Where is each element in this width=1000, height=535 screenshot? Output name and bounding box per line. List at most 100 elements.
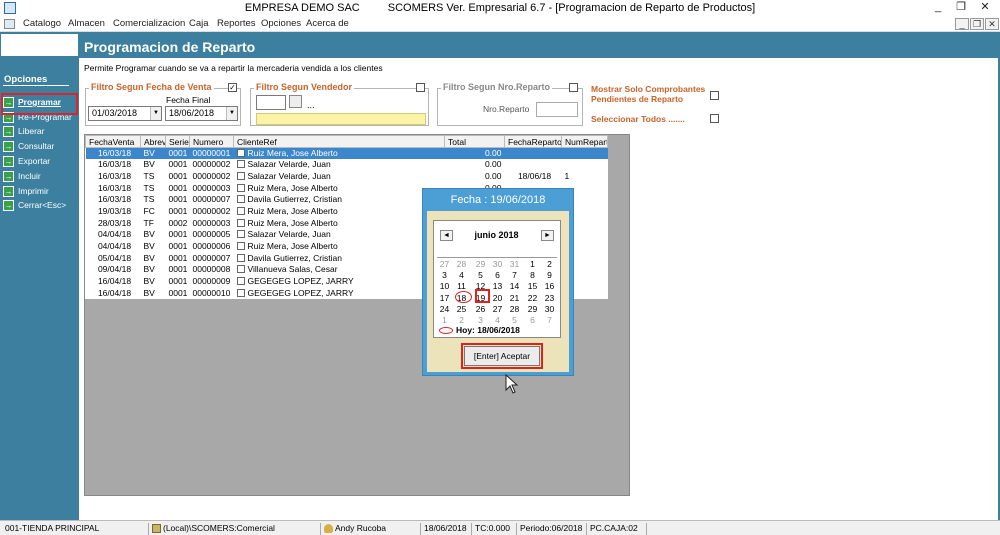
seleccionar-todos-checkbox[interactable]	[710, 114, 719, 123]
col-abrev[interactable]: Abrev	[140, 135, 166, 148]
reparto-filter-checkbox[interactable]	[569, 83, 578, 92]
calendar-day[interactable]: 23	[541, 293, 558, 303]
calendar-day[interactable]: 29	[524, 304, 541, 314]
fecha-inicial-select[interactable]: 01/03/2018 ▼	[88, 106, 162, 121]
mdi-icon[interactable]	[4, 19, 15, 29]
calendar-day[interactable]: 28	[453, 259, 470, 269]
cell-abrev: BV	[140, 147, 166, 160]
restore-button[interactable]: ❐	[950, 1, 972, 15]
calendar-day[interactable]: 15	[524, 281, 541, 291]
calendar-day[interactable]: 3	[472, 315, 489, 325]
vendedor-lookup-button[interactable]	[289, 95, 302, 108]
row-checkbox[interactable]	[236, 288, 245, 297]
sidebar-item-exportar[interactable]: → Exportar	[3, 156, 50, 168]
sidebar-item-liberar[interactable]: → Liberar	[3, 126, 44, 138]
calendar-day[interactable]: 1	[436, 315, 453, 325]
calendar-day[interactable]: 4	[453, 270, 470, 280]
menu-acerca-de[interactable]: Acerca de	[306, 18, 349, 29]
calendar-day[interactable]: 27	[436, 259, 453, 269]
menu-caja[interactable]: Caja	[189, 18, 209, 29]
calendar-day[interactable]: 21	[506, 293, 523, 303]
calendar-day[interactable]: 5	[472, 270, 489, 280]
table-row[interactable]: 16/03/18 BV 0001 00000002 Salazar Velarde, J…	[86, 159, 608, 171]
col-fechareparto[interactable]: FechaReparto	[504, 135, 562, 148]
col-serie[interactable]: Serie	[165, 135, 190, 148]
menu-bar: Catalogo Almacen Comercializacion Caja R…	[0, 17, 1000, 32]
row-checkbox[interactable]	[236, 172, 245, 181]
row-checkbox[interactable]	[236, 230, 245, 239]
status-database: (Local)\SCOMERS:Comercial	[148, 523, 275, 535]
calendar-day[interactable]: 2	[453, 315, 470, 325]
calendar-day[interactable]: 14	[506, 281, 523, 291]
calendar-day[interactable]: 29	[472, 259, 489, 269]
col-clienteref[interactable]: ClienteRef	[233, 135, 445, 148]
row-checkbox[interactable]	[236, 218, 245, 227]
nro-reparto-input[interactable]	[536, 102, 578, 117]
row-checkbox[interactable]	[236, 160, 245, 169]
row-checkbox[interactable]	[236, 149, 245, 158]
pendientes-label: Mostrar Solo Comprobantes Pendientes de …	[591, 84, 706, 104]
row-checkbox[interactable]	[236, 183, 245, 192]
chevron-down-icon: ▼	[150, 107, 161, 120]
menu-reportes[interactable]: Reportes	[217, 18, 256, 29]
calendar-day[interactable]: 10	[436, 281, 453, 291]
col-total[interactable]: Total	[444, 135, 505, 148]
cell-fechareparto: 18/06/18	[517, 171, 552, 182]
row-checkbox[interactable]	[236, 276, 245, 285]
mdi-minimize-button[interactable]: _	[955, 18, 969, 30]
calendar-day[interactable]: 8	[524, 270, 541, 280]
calendar-day[interactable]: 16	[541, 281, 558, 291]
menu-catalogo[interactable]: Catalogo	[23, 18, 61, 29]
calendar-day[interactable]: 24	[436, 304, 453, 314]
calendar-day[interactable]: 6	[524, 315, 541, 325]
menu-opciones[interactable]: Opciones	[261, 18, 301, 29]
calendar-day[interactable]: 6	[489, 270, 506, 280]
calendar-day[interactable]: 25	[453, 304, 470, 314]
col-fechaventa[interactable]: FechaVenta	[85, 135, 141, 148]
sidebar-item-consultar[interactable]: → Consultar	[3, 141, 54, 153]
calendar-day[interactable]: 17	[436, 293, 453, 303]
minimize-button[interactable]: _	[927, 1, 949, 15]
calendar-day[interactable]: 9	[541, 270, 558, 280]
calendar-day[interactable]: 11	[453, 281, 470, 291]
sidebar-item-cerrar[interactable]: → Cerrar<Esc>	[3, 200, 66, 212]
table-row[interactable]: 16/03/18 BV 0001 00000001 Ruiz Mera, Jose Al…	[85, 147, 608, 160]
row-checkbox[interactable]	[236, 253, 245, 262]
close-button[interactable]: ✕	[974, 1, 996, 15]
sidebar-item-incluir[interactable]: → Incluir	[3, 171, 41, 183]
calendar-day[interactable]: 31	[506, 259, 523, 269]
calendar-day[interactable]: 1	[524, 259, 541, 269]
menu-comercializacion[interactable]: Comercializacion	[113, 18, 185, 29]
today-label[interactable]: Hoy: 18/06/2018	[456, 325, 520, 335]
fecha-final-select[interactable]: 18/06/2018 ▼	[165, 106, 238, 121]
calendar-day[interactable]: 27	[489, 304, 506, 314]
mdi-close-button[interactable]: ✕	[985, 18, 999, 30]
calendar-day[interactable]: 7	[541, 315, 558, 325]
table-row[interactable]: 16/03/18 TS 0001 00000002 Salazar Velarde, J…	[86, 171, 608, 183]
calendar-day[interactable]: 3	[436, 270, 453, 280]
sidebar-item-imprimir[interactable]: → Imprimir	[3, 186, 49, 198]
row-checkbox[interactable]	[236, 195, 245, 204]
calendar-day[interactable]: 13	[489, 281, 506, 291]
vendedor-filter-checkbox[interactable]	[416, 83, 425, 92]
pendientes-checkbox[interactable]	[710, 91, 719, 100]
calendar-day[interactable]: 7	[506, 270, 523, 280]
calendar-day[interactable]: 20	[489, 293, 506, 303]
calendar-day[interactable]: 2	[541, 259, 558, 269]
col-numero[interactable]: Numero	[189, 135, 234, 148]
row-checkbox[interactable]	[236, 241, 245, 250]
row-checkbox[interactable]	[236, 265, 245, 274]
row-checkbox[interactable]	[236, 207, 245, 216]
calendar-day[interactable]: 28	[506, 304, 523, 314]
calendar-day[interactable]: 22	[524, 293, 541, 303]
mdi-restore-button[interactable]: ❐	[970, 18, 984, 30]
fecha-filter-checkbox[interactable]: ✓	[228, 83, 237, 92]
calendar-day[interactable]: 4	[489, 315, 506, 325]
calendar-day[interactable]: 30	[489, 259, 506, 269]
calendar-day[interactable]: 5	[506, 315, 523, 325]
calendar-day[interactable]: 26	[472, 304, 489, 314]
menu-almacen[interactable]: Almacen	[68, 18, 105, 29]
col-numreparto[interactable]: NumReparto	[561, 135, 608, 148]
vendedor-code-input[interactable]	[256, 95, 286, 110]
calendar-day[interactable]: 30	[541, 304, 558, 314]
